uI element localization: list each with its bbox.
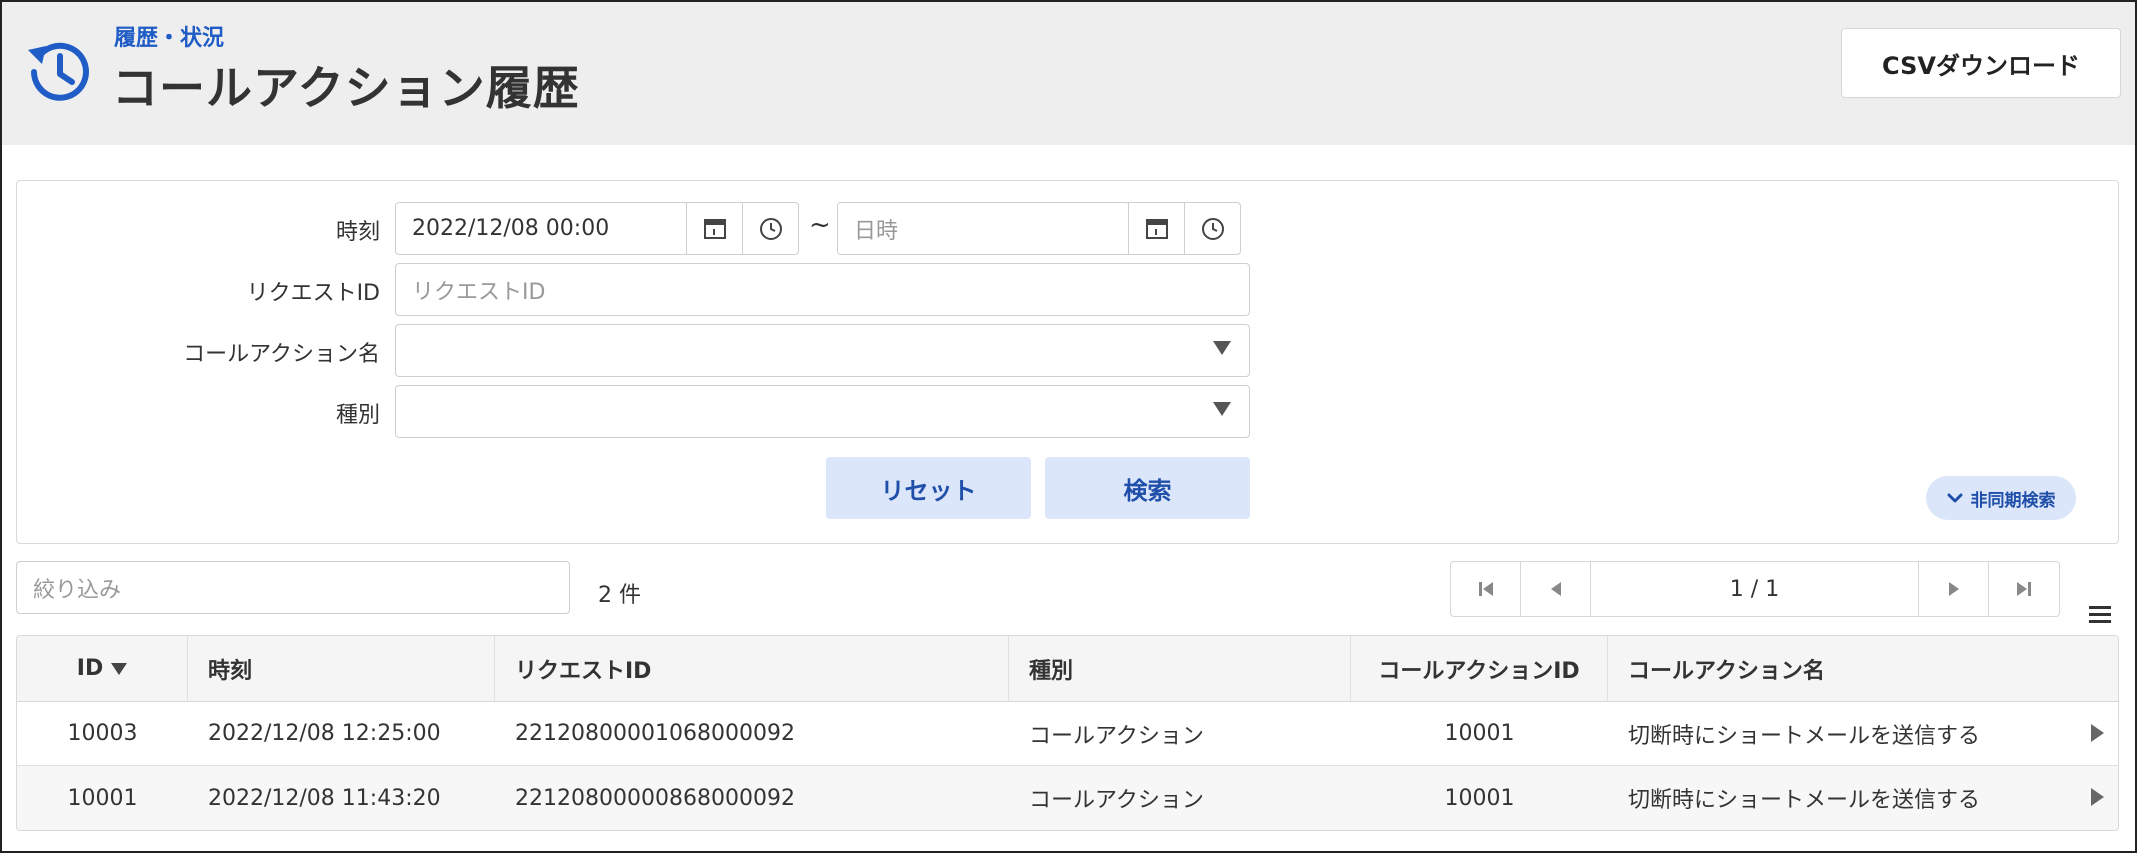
column-header-call-action-name[interactable]: コールアクション名 — [1608, 636, 2118, 701]
column-header-time[interactable]: 時刻 — [188, 636, 495, 701]
time-from-input[interactable]: 2022/12/08 00:00 — [395, 202, 688, 255]
column-header-call-action-id[interactable]: コールアクションID — [1351, 636, 1608, 701]
cell-type: コールアクション — [1029, 788, 1204, 813]
history-icon — [28, 42, 89, 101]
chevron-down-icon — [1947, 493, 1962, 503]
call-action-name-select[interactable] — [395, 324, 1250, 377]
row-expand-icon[interactable] — [2091, 788, 2104, 806]
column-header-request-id[interactable]: リクエストID — [495, 636, 1009, 701]
table-row[interactable]: 10003 2022/12/08 12:25:00 22120800001068… — [17, 702, 2118, 766]
prev-page-button[interactable] — [1521, 562, 1591, 616]
time-to-input[interactable]: 日時 — [837, 202, 1130, 255]
sort-desc-icon — [111, 662, 128, 675]
cell-call-action-name: 切断時にショートメールを送信する — [1628, 788, 1981, 813]
cell-id: 10003 — [67, 721, 138, 746]
page-indicator: 1 / 1 — [1591, 562, 1919, 616]
calendar-icon[interactable] — [1128, 202, 1185, 255]
clock-icon[interactable] — [742, 202, 799, 255]
column-header-label: ID — [76, 656, 104, 681]
first-page-button[interactable] — [1451, 562, 1521, 616]
async-search-button[interactable]: 非同期検索 — [1926, 476, 2076, 520]
search-button[interactable]: 検索 — [1045, 457, 1250, 519]
table-row[interactable]: 10001 2022/12/08 11:43:20 22120800000868… — [17, 766, 2118, 830]
cell-request-id: 22120800000868000092 — [515, 785, 795, 811]
history-table: ID 時刻 リクエストID 種別 コールアクションID コールアクション名 10… — [16, 635, 2119, 831]
type-label: 種別 — [335, 403, 380, 428]
column-header-id[interactable]: ID — [17, 636, 188, 701]
type-select[interactable] — [395, 385, 1250, 438]
cell-time: 2022/12/08 11:43:20 — [208, 785, 441, 811]
pagination: 1 / 1 — [1450, 561, 2060, 617]
first-page-icon — [1478, 582, 1493, 596]
next-page-icon — [1948, 582, 1959, 596]
filter-input[interactable]: 絞り込み — [16, 561, 570, 614]
cell-time: 2022/12/08 12:25:00 — [208, 721, 441, 746]
reset-button[interactable]: リセット — [826, 457, 1031, 519]
cell-call-action-name: 切断時にショートメールを送信する — [1628, 723, 1981, 749]
table-header: ID 時刻 リクエストID 種別 コールアクションID コールアクション名 — [17, 636, 2118, 702]
next-page-button[interactable] — [1919, 562, 1989, 616]
page-header: 履歴・状況 コールアクション履歴 CSVダウンロード — [2, 2, 2135, 145]
cell-request-id: 22120800001068000092 — [515, 721, 795, 746]
cell-call-action-id: 10001 — [1444, 721, 1515, 746]
dropdown-arrow-icon — [1213, 402, 1231, 416]
result-count: 2 件 — [598, 583, 641, 608]
cell-type: コールアクション — [1029, 723, 1204, 749]
menu-icon[interactable] — [2088, 604, 2112, 626]
page-subtitle: 履歴・状況 — [114, 26, 225, 51]
cell-call-action-id: 10001 — [1444, 785, 1515, 811]
dropdown-arrow-icon — [1213, 341, 1231, 355]
csv-download-button[interactable]: CSVダウンロード — [1841, 28, 2121, 98]
request-id-input[interactable]: リクエストID — [395, 263, 1250, 316]
clock-icon[interactable] — [1184, 202, 1241, 255]
column-header-type[interactable]: 種別 — [1009, 636, 1351, 701]
call-action-name-label: コールアクション名 — [183, 342, 380, 367]
async-search-label: 非同期検索 — [1970, 490, 2056, 511]
page-title: コールアクション履歴 — [112, 61, 580, 115]
request-id-label: リクエストID — [246, 281, 380, 306]
last-page-icon — [2017, 582, 2031, 596]
time-label: 時刻 — [335, 220, 380, 245]
prev-page-icon — [1550, 582, 1561, 596]
range-separator: ~ — [809, 210, 831, 240]
last-page-button[interactable] — [1989, 562, 2059, 616]
row-expand-icon[interactable] — [2091, 724, 2104, 742]
cell-id: 10001 — [67, 785, 138, 811]
calendar-icon[interactable] — [686, 202, 743, 255]
